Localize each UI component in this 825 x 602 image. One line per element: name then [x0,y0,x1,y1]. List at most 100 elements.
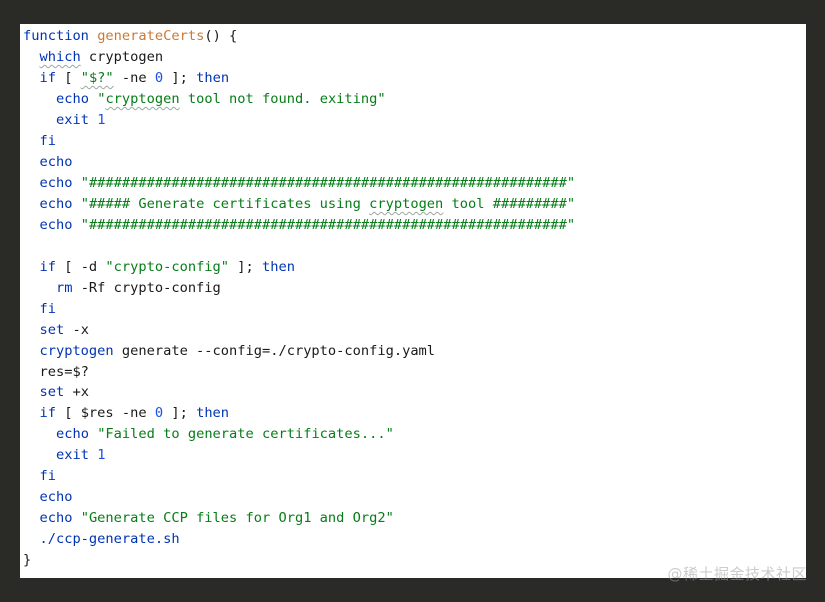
screenshot-frame: function generateCerts() { which cryptog… [0,0,825,602]
code-line: fi [23,131,575,152]
code-line: cryptogen generate --config=./crypto-con… [23,341,575,362]
code-token: cryptogen [105,90,180,107]
code-line: echo "##################################… [23,173,575,194]
code-line: echo "Generate CCP files for Org1 and Or… [23,508,575,529]
code-line: set -x [23,320,575,341]
code-token: tool #########" [443,195,576,212]
code-token: rm [55,279,73,296]
code-token: -Rf crypto-config [72,279,221,296]
code-token: cryptogen [80,48,164,65]
code-line: set +x [23,382,575,403]
code-token: "crypto-config" [105,258,230,275]
code-token: "#######################################… [80,216,576,233]
code-line: function generateCerts() { [23,26,575,47]
code-token: echo [39,174,73,191]
code-line: ./ccp-generate.sh [23,529,575,550]
code-token: fi [39,468,56,485]
code-token: if [39,405,56,422]
code-line: echo "Failed to generate certificates...… [23,424,575,445]
code-token: cryptogen [369,195,444,212]
code-line: echo "##### Generate certificates using … [23,194,575,215]
watermark: @稀土掘金技术社区 [667,565,807,583]
code-token: tool not found. exiting" [179,90,386,107]
code-token: cryptogen [39,342,114,359]
code-token: "$?" [80,69,114,86]
code-line: which cryptogen [23,47,575,68]
code-token: "Failed to generate certificates..." [97,426,394,443]
code-line: if [ $res -ne 0 ]; then [23,403,575,424]
code-token: echo [55,90,89,107]
code-token: 0 [154,69,164,86]
code-token: exit [55,447,89,464]
code-token: echo [39,510,73,527]
code-token: then [196,405,230,422]
code-line: res=$? [23,362,575,383]
code-token: [ $res -ne [55,405,155,422]
code-token: [ [55,69,81,86]
code-token: set [39,321,65,338]
code-token: +x [64,384,89,401]
code-token: 1 [97,447,106,464]
code-line: fi [23,299,575,320]
code-token: ]; [163,405,197,422]
code-line: echo "cryptogen tool not found. exiting" [23,89,575,110]
code-token: set [39,384,65,401]
code-line: fi [23,466,575,487]
code-token: generateCerts [97,28,205,44]
code-token: -x [64,321,89,338]
code-token: if [39,258,56,275]
code-token: ./ccp-generate.sh [39,531,180,548]
code-token: if [39,69,56,86]
code-line: exit 1 [23,445,575,466]
code-token: function [23,28,89,44]
code-token: which [39,48,81,65]
code-token: -ne [113,69,155,86]
code-line: echo "##################################… [23,215,575,236]
code-line: echo [23,152,575,173]
code-line: rm -Rf crypto-config [23,278,575,299]
code-token: "Generate CCP files for Org1 and Org2" [80,510,394,527]
code-token: res=$? [23,363,89,380]
code-token: ]; [163,69,197,86]
code-line: if [ -d "crypto-config" ]; then [23,257,575,278]
code-line: exit 1 [23,110,575,131]
code-token: () { [204,28,238,44]
code-token: 0 [154,405,164,422]
code-line: if [ "$?" -ne 0 ]; then [23,68,575,89]
code-editor[interactable]: function generateCerts() { which cryptog… [20,24,806,578]
code-token: then [196,69,230,86]
code-token: 1 [97,111,106,128]
code-token: then [262,258,295,275]
code-token: generate --config=./crypto-config.yaml [113,342,436,359]
code-token: "##### Generate certificates using [80,195,370,212]
code-token: echo [39,195,73,212]
